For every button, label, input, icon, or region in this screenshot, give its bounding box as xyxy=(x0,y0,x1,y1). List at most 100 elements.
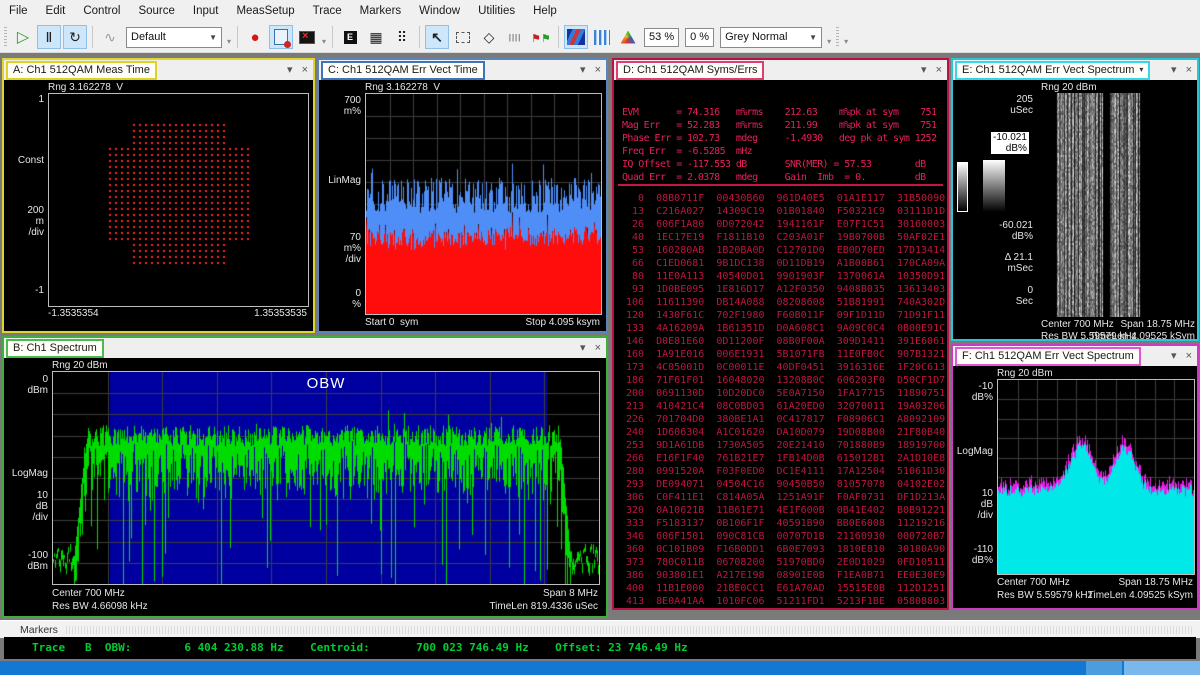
markers-panel-label: Markers xyxy=(0,624,58,636)
flag-markers-button[interactable] xyxy=(529,25,553,49)
window-err-vect-time: C: Ch1 512QAM Err Vect Time ▾× Rng 3.162… xyxy=(317,58,608,333)
io-connections-button[interactable]: ⠿ xyxy=(390,25,414,49)
layout-grid-button[interactable]: ▦ xyxy=(364,25,388,49)
err-vect-spectrum-plot[interactable] xyxy=(998,380,1194,574)
window-menu-icon[interactable]: ▾ xyxy=(1171,62,1177,78)
constellation-plot[interactable] xyxy=(49,94,308,306)
restart-icon: ↻ xyxy=(69,29,81,46)
markers-panel-header[interactable]: Markers xyxy=(0,620,1200,638)
menu-markers[interactable]: Markers xyxy=(351,2,411,20)
toolbar-grip[interactable] xyxy=(836,27,839,47)
band-power-icon: |||| xyxy=(509,33,521,42)
taskbar-item[interactable] xyxy=(1124,661,1200,675)
y-axis-bottom-label: -110 dB% xyxy=(953,544,993,566)
pointer-button[interactable]: ↖ xyxy=(425,25,449,49)
colormap-tri-button[interactable] xyxy=(616,25,640,49)
window-err-vect-spectrum: F: Ch1 512QAM Err Vect Spectrum ▾× Rng 2… xyxy=(951,344,1199,610)
color-scale-gradient-bar xyxy=(983,160,1005,212)
band-power-button[interactable]: |||| xyxy=(503,25,527,49)
constellation-plot-frame xyxy=(48,93,309,307)
window-menu-icon[interactable]: ▾ xyxy=(921,62,927,78)
taskbar-item[interactable] xyxy=(1086,661,1122,675)
taskbar[interactable] xyxy=(0,661,1200,675)
x-axis-right-label: 1.35353535 xyxy=(187,308,307,319)
window-e-title[interactable]: E: Ch1 512QAM Err Vect Spectrum ▾ xyxy=(955,61,1150,80)
close-icon[interactable]: × xyxy=(302,62,308,78)
window-b-titlebar[interactable]: B: Ch1 Spectrum ▾ × xyxy=(4,338,606,358)
preset-select[interactable]: Default▼ xyxy=(126,27,222,48)
menu-meassetup[interactable]: MeasSetup xyxy=(227,2,303,20)
toolbar-overflow-icon[interactable]: ▾ xyxy=(227,37,231,46)
menu-bar: FileEditControlSourceInputMeasSetupTrace… xyxy=(0,0,1200,22)
window-f-title-label: F: Ch1 512QAM Err Vect Spectrum xyxy=(962,349,1134,363)
close-icon[interactable]: × xyxy=(936,62,942,78)
window-c-title-label: C: Ch1 512QAM Err Vect Time xyxy=(328,63,478,77)
window-menu-icon[interactable]: ▾ xyxy=(1171,348,1177,364)
spectrogram-plot-frame xyxy=(1039,92,1197,318)
x-axis-stop-label: Stop 4.095 ksym xyxy=(480,317,600,328)
close-icon[interactable]: × xyxy=(1186,348,1192,364)
diamond-marker-button[interactable]: ◇ xyxy=(477,25,501,49)
close-icon[interactable]: × xyxy=(595,62,601,78)
trace-select-caret-icon[interactable]: ▾ xyxy=(1139,63,1143,77)
menu-help[interactable]: Help xyxy=(524,2,566,20)
floor-opacity-field[interactable]: 0 % xyxy=(685,28,714,47)
menu-edit[interactable]: Edit xyxy=(37,2,75,20)
color-scale-marker-bar[interactable] xyxy=(957,162,968,212)
window-spectrum: B: Ch1 Spectrum ▾× Rng 20 dBm 0 dBm LogM… xyxy=(2,336,608,618)
menu-utilities[interactable]: Utilities xyxy=(469,2,524,20)
spectrum-plot[interactable] xyxy=(53,372,599,584)
record-button[interactable]: ● xyxy=(243,25,267,49)
trigger-button[interactable]: ∿ xyxy=(98,25,122,49)
window-d-titlebar[interactable]: D: Ch1 512QAM Syms/Errs ▾ × xyxy=(614,60,947,80)
spectrogram-plot[interactable] xyxy=(1040,93,1196,317)
meas-e-button[interactable]: E xyxy=(338,25,362,49)
toolbar-grip[interactable] xyxy=(4,27,7,47)
zoom-select-button[interactable] xyxy=(451,25,475,49)
colormap-tri-icon xyxy=(621,31,636,44)
vsa-application: FileEditControlSourceInputMeasSetupTrace… xyxy=(0,0,1200,675)
toolbar-overflow-icon[interactable]: ▾ xyxy=(844,37,848,46)
trace-opacity-field[interactable]: 53 % xyxy=(644,28,679,47)
window-menu-icon[interactable]: ▾ xyxy=(287,62,293,78)
record-setup-button[interactable] xyxy=(269,25,293,49)
window-f-title[interactable]: F: Ch1 512QAM Err Vect Spectrum xyxy=(955,347,1141,366)
restart-button[interactable]: ↻ xyxy=(63,25,87,49)
x-axis-start-label: Start 0 sym xyxy=(365,317,418,328)
window-menu-icon[interactable]: ▾ xyxy=(580,62,586,78)
window-d-title[interactable]: D: Ch1 512QAM Syms/Errs xyxy=(616,61,764,80)
colormap-wave-icon xyxy=(567,29,585,45)
pause-button[interactable]: Ⅱ xyxy=(37,25,61,49)
record-icon: ● xyxy=(250,29,259,46)
close-icon[interactable]: × xyxy=(595,340,601,356)
record-setup-icon xyxy=(274,29,288,45)
colormap-wave-button[interactable] xyxy=(564,25,588,49)
window-b-title[interactable]: B: Ch1 Spectrum xyxy=(6,339,104,358)
symbol-hex-table[interactable]: 0 08B0711F 00430B60 961D40E5 01A1E117 31… xyxy=(620,192,945,608)
menu-file[interactable]: File xyxy=(0,2,37,20)
menu-window[interactable]: Window xyxy=(410,2,469,20)
menu-source[interactable]: Source xyxy=(129,2,183,20)
close-icon[interactable]: × xyxy=(1186,62,1192,78)
window-a-title[interactable]: A: Ch1 512QAM Meas Time xyxy=(6,61,157,80)
toolbar-overflow-icon[interactable]: ▾ xyxy=(827,37,831,46)
window-menu-icon[interactable]: ▾ xyxy=(580,340,586,356)
window-e-titlebar[interactable]: E: Ch1 512QAM Err Vect Spectrum ▾ ▾ × xyxy=(953,60,1197,80)
center-freq-label: Center 700 MHz xyxy=(997,577,1070,588)
menu-trace[interactable]: Trace xyxy=(304,2,351,20)
colormap-bars-button[interactable] xyxy=(590,25,614,49)
color-scale-high-value[interactable]: -10.021 dB% xyxy=(991,132,1029,154)
colormap-select[interactable]: Grey Normal▼ xyxy=(720,27,822,48)
window-c-titlebar[interactable]: C: Ch1 512QAM Err Vect Time ▾ × xyxy=(319,60,606,80)
window-c-title[interactable]: C: Ch1 512QAM Err Vect Time xyxy=(321,61,485,80)
window-f-titlebar[interactable]: F: Ch1 512QAM Err Vect Spectrum ▾ × xyxy=(953,346,1197,366)
menu-control[interactable]: Control xyxy=(74,2,129,20)
err-vect-time-plot[interactable] xyxy=(366,94,601,314)
toolbar-overflow-icon[interactable]: ▾ xyxy=(322,37,326,46)
y-scale-per-div-label: 10 dB /div xyxy=(953,488,993,521)
menu-input[interactable]: Input xyxy=(184,2,228,20)
play-button[interactable]: ▷ xyxy=(11,25,35,49)
chevron-down-icon: ▼ xyxy=(209,33,217,42)
window-a-titlebar[interactable]: A: Ch1 512QAM Meas Time ▾ × xyxy=(4,60,313,80)
input-off-button[interactable] xyxy=(295,25,319,49)
